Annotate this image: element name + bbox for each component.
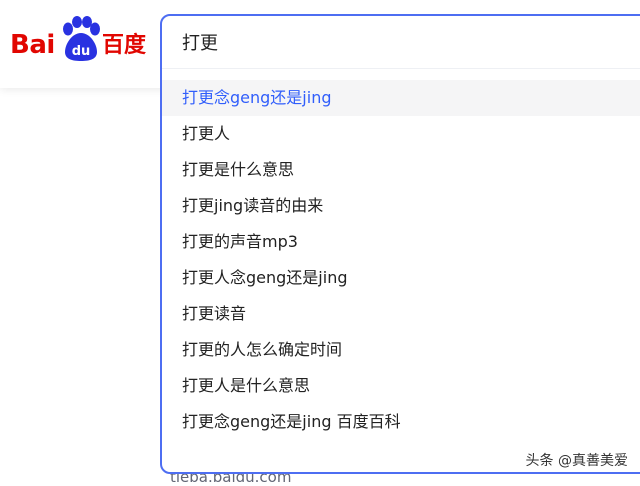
logo-latin-text: Bai [10,30,55,60]
suggestion-item[interactable]: 打更的声音mp3 [162,224,640,260]
suggestion-item[interactable]: 打更念geng还是jing [162,80,640,116]
paw-text: du [72,44,91,59]
suggestion-item[interactable]: 打更念geng还是jing 百度百科 [162,404,640,440]
suggestion-item[interactable]: 打更是什么意思 [162,152,640,188]
suggestion-item[interactable]: 打更人 [162,116,640,152]
search-divider [162,68,640,69]
suggestion-item[interactable]: 打更读音 [162,296,640,332]
suggestion-item[interactable]: 打更人念geng还是jing [162,260,640,296]
suggestion-list: 打更念geng还是jing 打更人 打更是什么意思 打更jing读音的由来 打更… [162,80,640,440]
suggestion-item[interactable]: 打更人是什么意思 [162,368,640,404]
logo-chinese-text: 百度 [102,33,147,58]
search-box: 打更念geng还是jing 打更人 打更是什么意思 打更jing读音的由来 打更… [160,14,640,474]
paw-logo-icon: du [63,16,100,61]
search-input[interactable] [162,16,640,68]
suggestion-item[interactable]: 打更jing读音的由来 [162,188,640,224]
watermark: 头条 @真善美爱 [525,453,628,469]
page: Bai du 百度 tieba.baidu.com 打更念geng还是jing … [0,0,640,486]
baidu-logo[interactable]: Bai du 百度 [8,16,148,64]
suggestion-item[interactable]: 打更的人怎么确定时间 [162,332,640,368]
